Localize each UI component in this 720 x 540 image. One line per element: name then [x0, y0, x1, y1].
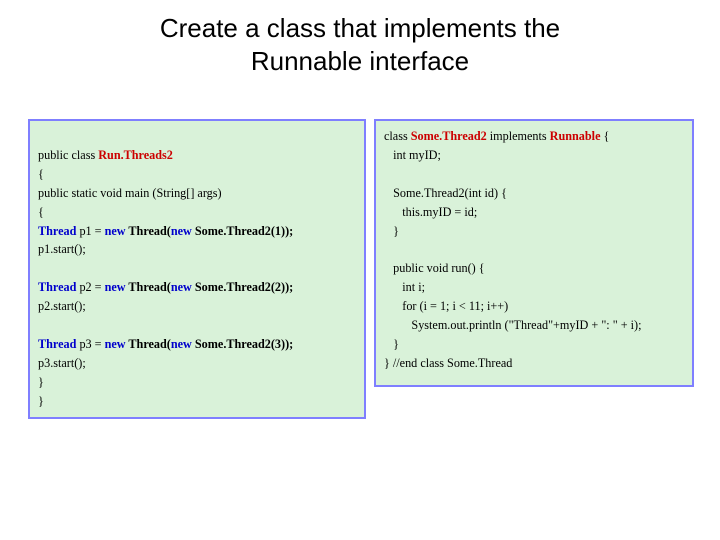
title-line-2: Runnable interface [251, 46, 469, 76]
code-panels: public class Run.Threads2 { public stati… [0, 119, 720, 419]
code-line: public class Run.Threads2 { public stati… [38, 148, 293, 408]
code-line: class Some.Thread2 implements Runnable {… [384, 129, 642, 370]
slide: Create a class that implements the Runna… [0, 0, 720, 540]
slide-title: Create a class that implements the Runna… [0, 0, 720, 77]
right-code-box: class Some.Thread2 implements Runnable {… [374, 119, 694, 387]
title-line-1: Create a class that implements the [160, 13, 560, 43]
left-code-box: public class Run.Threads2 { public stati… [28, 119, 366, 419]
